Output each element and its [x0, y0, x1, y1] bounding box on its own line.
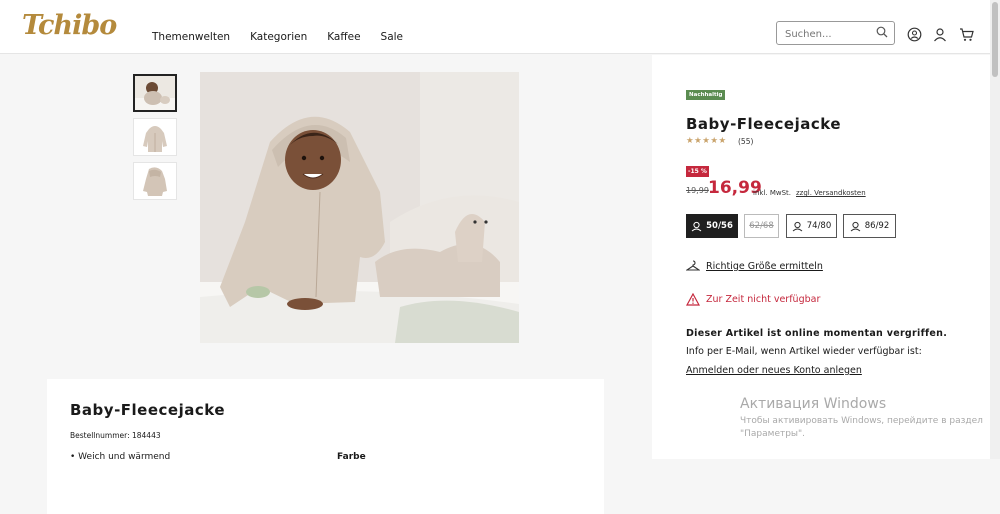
warning-icon — [686, 293, 700, 306]
product-title: Baby-Fleecejacke — [686, 115, 841, 133]
main-nav: Themenwelten Kategorien Kaffee Sale — [152, 31, 403, 43]
main-product-image[interactable] — [200, 72, 519, 343]
old-price: 19,99 — [686, 186, 709, 195]
availability-status: Zur Zeit nicht verfügbar — [686, 293, 820, 306]
size-label: 74/80 — [806, 221, 832, 231]
review-count[interactable]: (55) — [738, 137, 753, 146]
size-option-50-56[interactable]: 50/56 — [686, 214, 738, 238]
login-link[interactable]: Anmelden oder neues Konto anlegen — [686, 365, 862, 376]
baby-icon — [792, 221, 803, 231]
thumbnail-3[interactable] — [133, 162, 177, 200]
page-scrollbar[interactable] — [990, 0, 1000, 459]
site-header: Tchibo Themenwelten Kategorien Kaffee Sa… — [0, 0, 990, 54]
details-title: Baby-Fleecejacke — [70, 401, 225, 419]
vat-note: inkl. MwSt. — [753, 189, 792, 197]
thumbnail-1[interactable] — [133, 74, 177, 112]
nav-kategorien[interactable]: Kategorien — [250, 31, 307, 43]
size-finder-link[interactable]: Richtige Größe ermitteln — [686, 260, 823, 272]
search-icon[interactable] — [876, 26, 888, 38]
product-gallery: Baby-Fleecejacke Bestellnummer: 184443 •… — [0, 55, 652, 514]
discount-badge: -15 % — [686, 166, 709, 177]
search-box[interactable] — [776, 21, 895, 45]
hanger-icon — [686, 260, 700, 271]
order-number: Bestellnummer: 184443 — [70, 431, 161, 440]
shipping-link[interactable]: zzgl. Versandkosten — [796, 189, 866, 197]
color-label: Farbe — [337, 452, 366, 462]
out-of-stock-title: Dieser Artikel ist online momentan vergr… — [686, 328, 948, 339]
size-label: 50/56 — [706, 221, 733, 231]
tchibo-logo[interactable]: Tchibo — [22, 10, 117, 41]
rating-stars[interactable]: ★★★★★ — [686, 136, 727, 146]
size-label: 62/68 — [749, 221, 774, 231]
size-finder-label[interactable]: Richtige Größe ermitteln — [706, 261, 823, 272]
feature-bullet: • Weich und wärmend — [70, 452, 171, 462]
thumbnail-2[interactable] — [133, 118, 177, 156]
account-icon[interactable] — [933, 27, 947, 42]
product-details-card: Baby-Fleecejacke Bestellnummer: 184443 •… — [47, 379, 604, 514]
size-option-74-80[interactable]: 74/80 — [786, 214, 837, 238]
search-input[interactable] — [785, 24, 875, 45]
baby-icon — [691, 221, 702, 231]
sustainable-badge: Nachhaltig — [686, 90, 726, 100]
availability-text: Zur Zeit nicht verfügbar — [706, 294, 821, 305]
size-label: 86/92 — [864, 221, 890, 231]
location-icon[interactable] — [907, 27, 922, 42]
nav-themenwelten[interactable]: Themenwelten — [152, 31, 230, 43]
scrollbar-thumb[interactable] — [992, 2, 998, 77]
baby-icon — [850, 221, 861, 231]
size-option-62-68[interactable]: 62/68 — [744, 214, 779, 238]
windows-activation-watermark: Активация Windows Чтобы активировать Win… — [740, 396, 983, 441]
size-option-86-92[interactable]: 86/92 — [843, 214, 896, 238]
nav-sale[interactable]: Sale — [381, 31, 403, 43]
notify-info: Info per E-Mail, wenn Artikel wieder ver… — [686, 346, 922, 357]
cart-icon[interactable] — [959, 27, 974, 42]
watermark-title: Активация Windows — [740, 396, 887, 412]
watermark-line-2: "Параметры". — [740, 429, 806, 439]
watermark-line-1: Чтобы активировать Windows, перейдите в … — [740, 416, 983, 426]
nav-kaffee[interactable]: Kaffee — [327, 31, 360, 43]
